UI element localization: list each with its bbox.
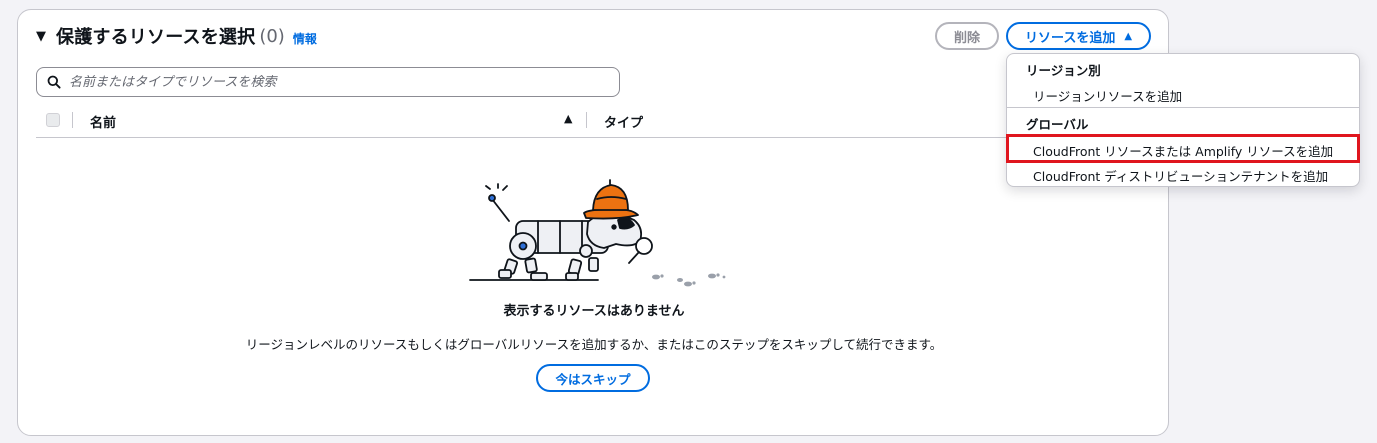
menu-group-label-global: グローバル xyxy=(1026,117,1089,132)
add-resource-button-label: リソースを追加 xyxy=(1024,30,1116,46)
column-separator[interactable] xyxy=(586,112,587,128)
menu-item-add-regional-resource[interactable]: リージョンリソースを追加 xyxy=(1033,86,1182,105)
menu-item-add-cloudfront-or-amplify[interactable]: CloudFront リソースまたは Amplify リソースを追加 xyxy=(1033,141,1333,160)
sort-ascending-icon[interactable]: ▲ xyxy=(564,112,572,125)
delete-button[interactable]: 削除 xyxy=(935,22,999,50)
select-all-checkbox[interactable] xyxy=(46,113,60,127)
info-link[interactable]: 情報 xyxy=(293,30,317,47)
column-separator xyxy=(72,112,73,128)
caret-up-icon: ▲ xyxy=(1124,30,1133,42)
resource-count: (0) xyxy=(259,25,285,47)
search-input[interactable] xyxy=(69,74,609,90)
menu-group-label-regional: リージョン別 xyxy=(1026,63,1101,78)
resource-selection-panel: ▼ 保護するリソースを選択 (0) 情報 削除 リソースを追加 ▲ 名前 ▲ タ… xyxy=(17,9,1169,436)
delete-button-label: 削除 xyxy=(953,30,980,46)
column-header-type[interactable]: タイプ xyxy=(604,112,643,131)
panel-title: 保護するリソースを選択 xyxy=(56,27,256,48)
add-resource-button[interactable]: リソースを追加 ▲ xyxy=(1006,22,1151,50)
column-header-name[interactable]: 名前 xyxy=(90,112,116,131)
collapse-caret-icon[interactable]: ▼ xyxy=(36,30,46,43)
empty-state-title: 表示するリソースはありません xyxy=(503,304,685,319)
add-resource-dropdown-menu: リージョン別 リージョンリソースを追加 グローバル CloudFront リソー… xyxy=(1006,53,1360,187)
table-header: 名前 ▲ タイプ xyxy=(36,106,1150,138)
skip-button-label: 今はスキップ xyxy=(555,371,631,387)
search-box[interactable] xyxy=(36,67,620,97)
menu-divider xyxy=(1007,107,1359,108)
menu-item-add-cloudfront-distribution-tenant[interactable]: CloudFront ディストリビューションテナントを追加 xyxy=(1033,166,1328,185)
panel-header: ▼ 保護するリソースを選択 (0) 情報 xyxy=(36,22,317,50)
search-icon xyxy=(47,75,61,89)
empty-state-description: リージョンレベルのリソースもしくはグローバルリソースを追加するか、またはこのステ… xyxy=(245,337,943,352)
skip-button[interactable]: 今はスキップ xyxy=(536,364,650,392)
robot-dog-detective-illustration xyxy=(469,179,726,287)
